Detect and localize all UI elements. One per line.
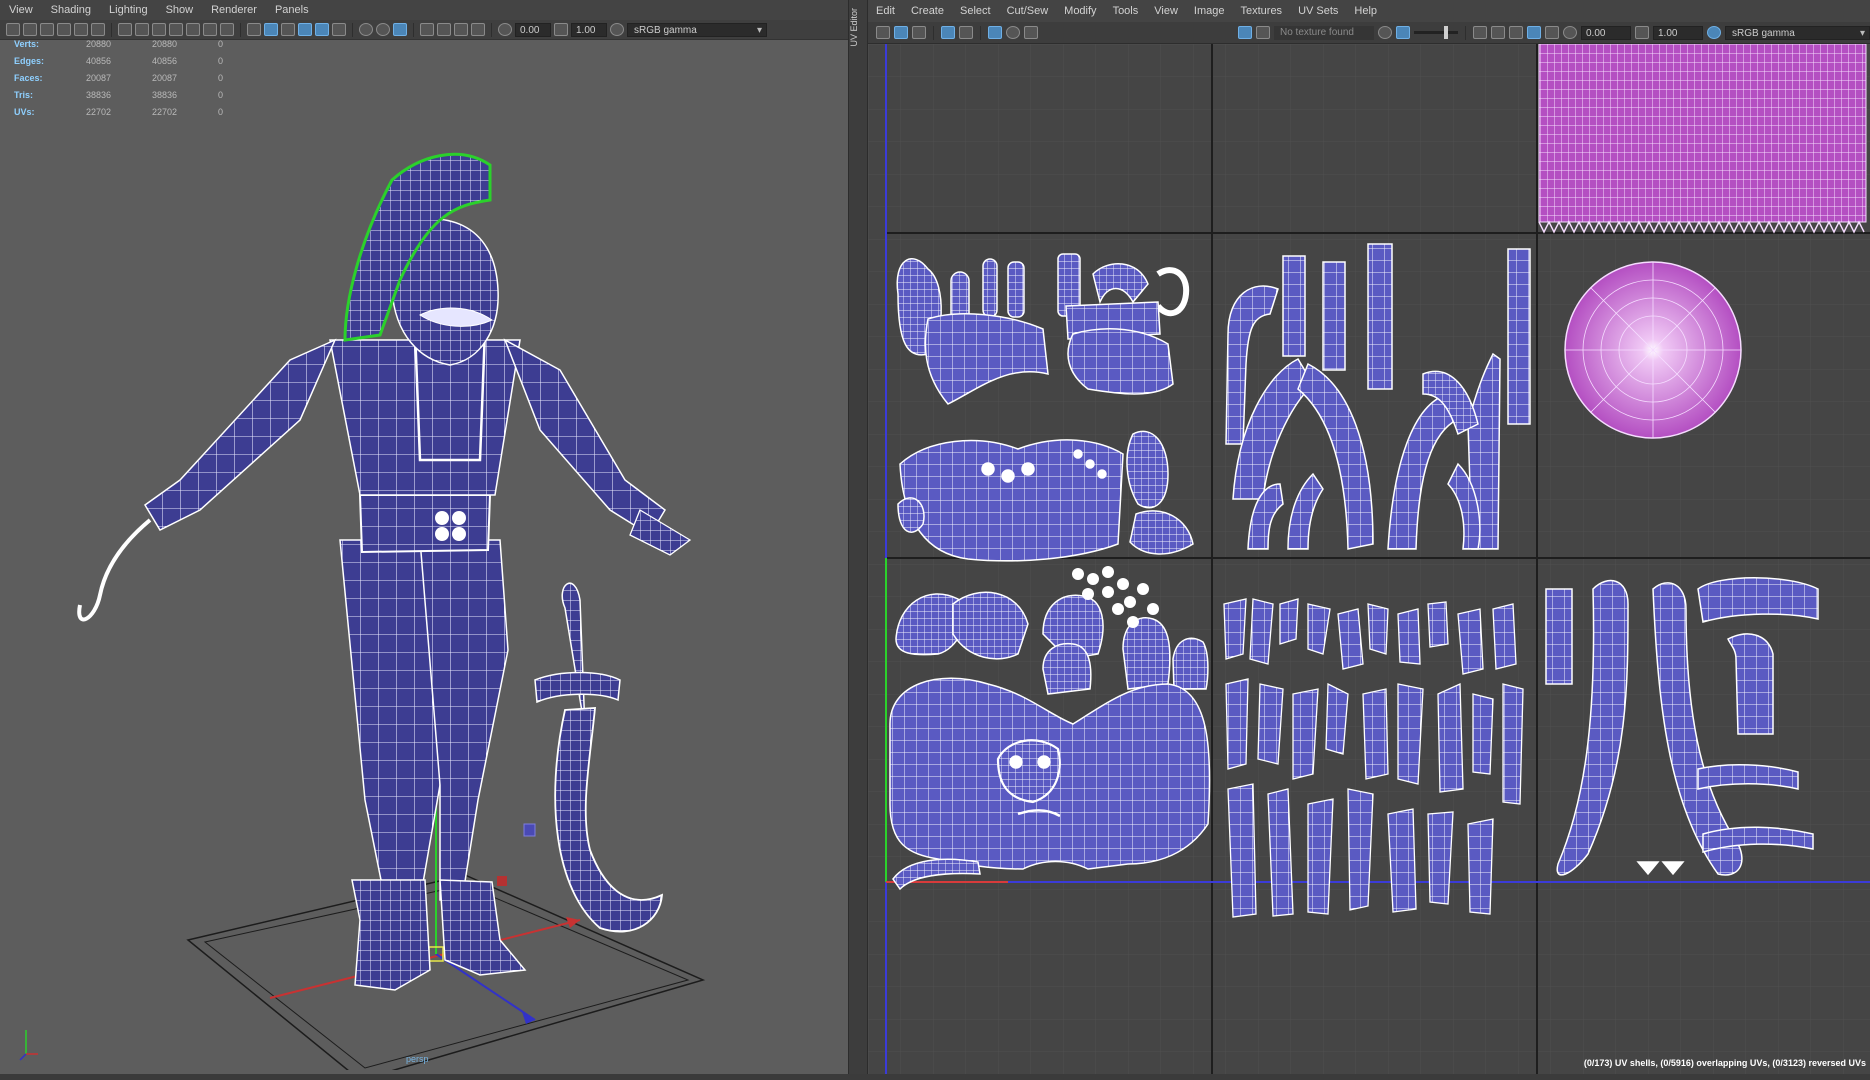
viewport-panel[interactable]: View Shading Lighting Show Renderer Pane… <box>0 0 848 1080</box>
menu-help[interactable]: Help <box>1346 0 1385 22</box>
uv-canvas[interactable] <box>868 44 1870 1074</box>
3d-viewport-canvas[interactable] <box>0 40 848 1070</box>
menu-modify[interactable]: Modify <box>1056 0 1104 22</box>
toolbar-separator <box>491 22 492 37</box>
checker-icon[interactable] <box>988 26 1002 39</box>
color-space-dropdown[interactable]: sRGB gamma <box>627 22 767 38</box>
isolate-select-icon[interactable] <box>437 23 451 36</box>
uv-toolkit-icon[interactable] <box>876 26 890 39</box>
default-material-icon[interactable] <box>281 23 295 36</box>
image-plane-icon[interactable] <box>57 23 71 36</box>
viewport-menubar: View Shading Lighting Show Renderer Pane… <box>0 0 848 20</box>
grease-pencil-icon[interactable] <box>91 23 105 36</box>
checker-tiles-icon[interactable] <box>1256 26 1270 39</box>
lock-icon[interactable] <box>1491 26 1505 39</box>
dim-image-icon[interactable] <box>1378 26 1392 39</box>
image-ratio-icon[interactable] <box>1396 26 1410 39</box>
menu-select[interactable]: Select <box>952 0 999 22</box>
gate-mask-icon[interactable] <box>169 23 183 36</box>
wireframe-icon[interactable] <box>247 23 261 36</box>
frame-all-icon[interactable] <box>1509 26 1523 39</box>
menu-create[interactable]: Create <box>903 0 952 22</box>
distortion-icon[interactable] <box>1006 26 1020 39</box>
toolbar-separator <box>111 22 112 37</box>
exposure-icon[interactable] <box>1563 26 1577 39</box>
image-icon[interactable] <box>912 26 926 39</box>
toolbar-separator <box>933 25 934 40</box>
texture-dropdown[interactable]: No texture found <box>1274 25 1374 40</box>
uv-editor-tab-label[interactable]: UV Editor <box>849 8 869 47</box>
bookmark-icon[interactable] <box>40 23 54 36</box>
menu-panels[interactable]: Panels <box>266 0 318 20</box>
isolate-icon[interactable] <box>1473 26 1487 39</box>
uv-status-message: (0/173) UV shells, (0/5916) overlapping … <box>1583 1058 1866 1068</box>
toolbar-separator <box>413 22 414 37</box>
uv-borders-icon[interactable] <box>1545 26 1559 39</box>
xray-icon[interactable] <box>420 23 434 36</box>
exposure-field[interactable]: 0.00 <box>515 22 551 37</box>
gamma-icon[interactable] <box>554 23 568 36</box>
ambient-occlusion-icon[interactable] <box>376 23 390 36</box>
menu-view[interactable]: View <box>0 0 42 20</box>
shadows-icon[interactable] <box>359 23 373 36</box>
safe-action-icon[interactable] <box>203 23 217 36</box>
exposure-icon[interactable] <box>498 23 512 36</box>
shaded-uv-icon[interactable] <box>959 26 973 39</box>
antialiasing-icon[interactable] <box>393 23 407 36</box>
toolbar-separator <box>240 22 241 37</box>
menu-renderer[interactable]: Renderer <box>202 0 266 20</box>
color-management-icon[interactable] <box>1707 26 1721 39</box>
menu-textures[interactable]: Textures <box>1232 0 1290 22</box>
backface-icon[interactable] <box>471 23 485 36</box>
toolbar-separator <box>980 25 981 40</box>
gamma-icon[interactable] <box>1635 26 1649 39</box>
uv-grid-icon[interactable] <box>941 26 955 39</box>
pirate-character-mesh[interactable] <box>77 152 692 991</box>
resolution-gate-icon[interactable] <box>152 23 166 36</box>
menu-lighting[interactable]: Lighting <box>100 0 157 20</box>
dim-slider[interactable] <box>1414 26 1458 39</box>
camera-label: persp <box>406 1054 429 1064</box>
menu-shading[interactable]: Shading <box>42 0 100 20</box>
uv-gamma-field[interactable]: 1.00 <box>1653 25 1703 40</box>
display-image-icon[interactable] <box>1238 26 1252 39</box>
toolbar-separator <box>352 22 353 37</box>
uv-editor-toolbar: No texture found 0.00 1.00 sRGB gamma <box>868 22 1870 44</box>
pixel-snap-icon[interactable] <box>1527 26 1541 39</box>
menu-uv-sets[interactable]: UV Sets <box>1290 0 1346 22</box>
menu-cut-sew[interactable]: Cut/Sew <box>999 0 1057 22</box>
sword-mesh[interactable] <box>534 582 664 933</box>
menu-edit[interactable]: Edit <box>868 0 903 22</box>
select-camera-icon[interactable] <box>6 23 20 36</box>
menu-image[interactable]: Image <box>1186 0 1233 22</box>
2d-pan-zoom-icon[interactable] <box>74 23 88 36</box>
uv-editor-menubar: Edit Create Select Cut/Sew Modify Tools … <box>868 0 1870 22</box>
xray-joints-icon[interactable] <box>454 23 468 36</box>
bottom-status-bar <box>0 1074 1870 1080</box>
uv-editor-panel[interactable]: Edit Create Select Cut/Sew Modify Tools … <box>868 0 1870 1080</box>
uv-exposure-field[interactable]: 0.00 <box>1581 25 1631 40</box>
toolbar-separator <box>1465 25 1466 40</box>
menu-tools[interactable]: Tools <box>1105 0 1147 22</box>
gamma-field[interactable]: 1.00 <box>571 22 607 37</box>
camera-attributes-icon[interactable] <box>23 23 37 36</box>
textured-icon[interactable] <box>315 23 329 36</box>
film-gate-icon[interactable] <box>135 23 149 36</box>
snapshot-icon[interactable] <box>1024 26 1038 39</box>
wireframe-on-shaded-icon[interactable] <box>298 23 312 36</box>
uv-snapshot-icon[interactable] <box>894 26 908 39</box>
color-management-icon[interactable] <box>610 23 624 36</box>
lights-icon[interactable] <box>332 23 346 36</box>
grid-icon[interactable] <box>118 23 132 36</box>
safe-title-icon[interactable] <box>220 23 234 36</box>
smooth-shade-icon[interactable] <box>264 23 278 36</box>
uv-color-space-dropdown[interactable]: sRGB gamma <box>1725 25 1870 41</box>
menu-show[interactable]: Show <box>157 0 203 20</box>
panel-divider[interactable]: UV Editor <box>848 0 868 1080</box>
uv-shell-magenta-grid[interactable] <box>1538 44 1867 234</box>
view-axis-gizmo <box>19 1030 38 1061</box>
uv-shell-magenta-disc[interactable] <box>1564 261 1742 439</box>
field-chart-icon[interactable] <box>186 23 200 36</box>
menu-view[interactable]: View <box>1146 0 1186 22</box>
